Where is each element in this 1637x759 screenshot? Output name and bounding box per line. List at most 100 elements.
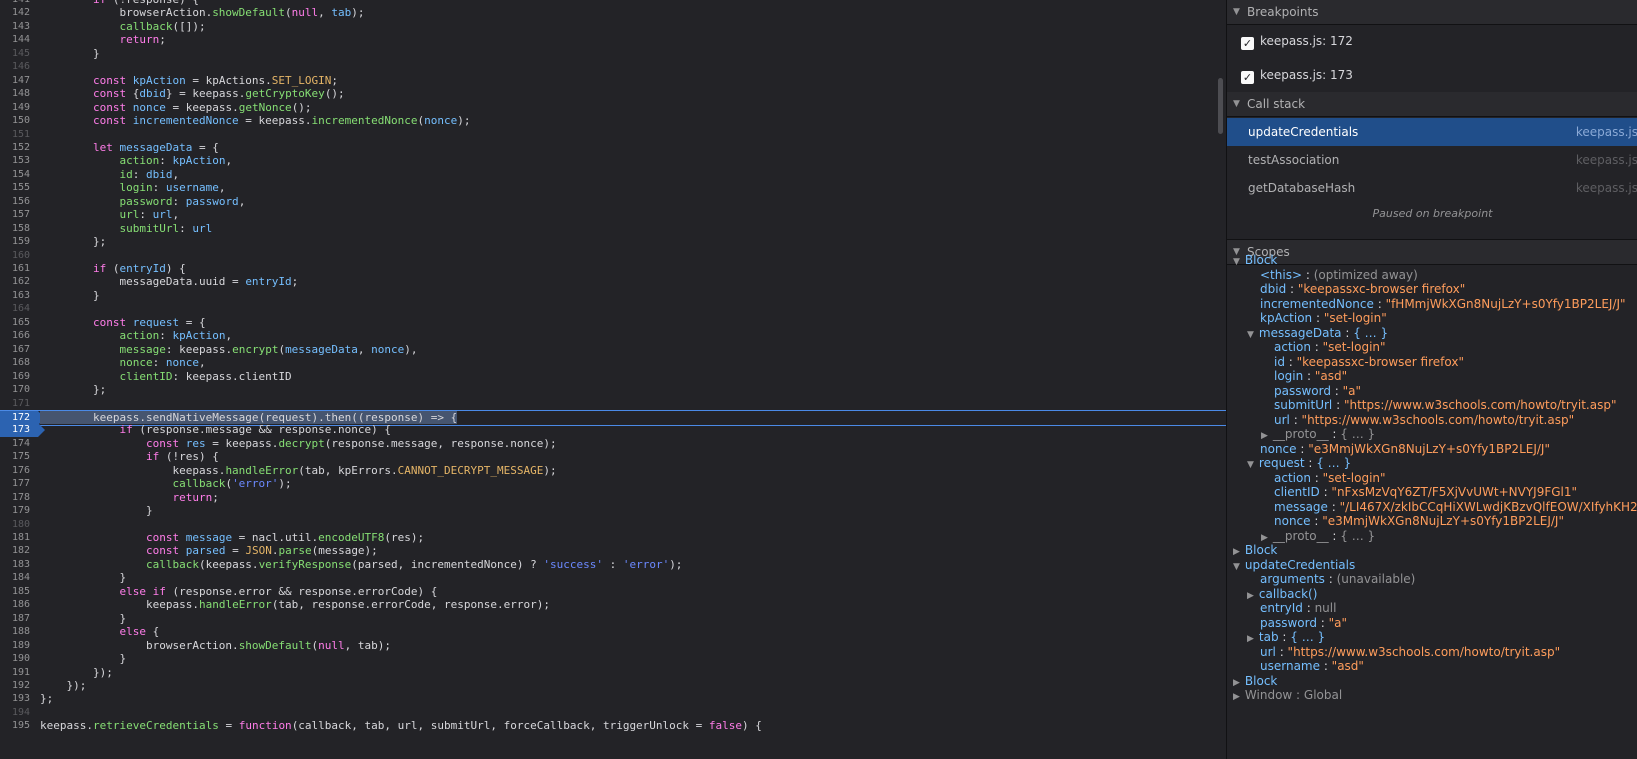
callstack-header[interactable]: ▼ Call stack: [1227, 92, 1637, 117]
line-number[interactable]: 171: [0, 397, 30, 411]
line-number[interactable]: 151: [0, 128, 30, 142]
scope-entry[interactable]: ▼ request : { … }: [1247, 456, 1351, 471]
line-number[interactable]: 165: [0, 316, 30, 330]
callstack-frame[interactable]: getDatabaseHash keepass.js: [1227, 174, 1637, 202]
breakpoint-item[interactable]: ✓ keepass.js: 172: [1241, 30, 1353, 52]
line-number[interactable]: 175: [0, 450, 30, 464]
line-number[interactable]: 193: [0, 692, 30, 706]
scope-key: __proto__: [1272, 528, 1329, 543]
line-number[interactable]: 192: [0, 679, 30, 693]
line-number[interactable]: 143: [0, 20, 30, 34]
line-number[interactable]: 170: [0, 383, 30, 397]
checkbox-icon[interactable]: ✓: [1241, 37, 1254, 50]
code-line: 160: [0, 249, 1226, 263]
code-token: ),: [404, 342, 418, 356]
scope-key: __proto__: [1272, 427, 1329, 441]
scope-entry[interactable]: ▼ Block: [1233, 253, 1277, 268]
line-number[interactable]: 182: [0, 544, 30, 558]
scope-entry[interactable]: ▶ Window : Global: [1233, 688, 1342, 703]
line-number[interactable]: 166: [0, 329, 30, 343]
scopes-header[interactable]: ▼ Scopes: [1227, 239, 1637, 265]
line-number[interactable]: 168: [0, 356, 30, 370]
code-line: 183 callback(keepass.verifyResponse(pars…: [0, 558, 1226, 572]
chevron-down-icon[interactable]: ▼: [1233, 562, 1240, 572]
line-number[interactable]: 163: [0, 289, 30, 303]
line-number[interactable]: 148: [0, 87, 30, 101]
line-number[interactable]: 150: [0, 114, 30, 128]
checkbox-icon[interactable]: ✓: [1241, 71, 1254, 84]
line-number[interactable]: 154: [0, 168, 30, 182]
line-number[interactable]: 191: [0, 666, 30, 680]
line-number[interactable]: 176: [0, 464, 30, 478]
line-number[interactable]: 169: [0, 370, 30, 384]
chevron-down-icon[interactable]: ▼: [1233, 257, 1240, 267]
line-number[interactable]: 142: [0, 6, 30, 20]
line-number[interactable]: 158: [0, 222, 30, 236]
line-number[interactable]: 146: [0, 60, 30, 74]
scope-key: Block: [1244, 543, 1278, 557]
line-number[interactable]: 161: [0, 262, 30, 276]
line-number[interactable]: 178: [0, 491, 30, 505]
code-text: browserAction.showDefault(null, tab);: [40, 639, 391, 653]
chevron-right-icon[interactable]: ▶: [1247, 591, 1254, 601]
line-number[interactable]: 181: [0, 531, 30, 545]
line-number[interactable]: 156: [0, 195, 30, 209]
chevron-right-icon[interactable]: ▶: [1261, 533, 1268, 543]
scope-entry[interactable]: ▶ __proto__ : { … }: [1261, 427, 1375, 442]
scope-entry[interactable]: ▶ __proto__ : { … }: [1261, 529, 1375, 544]
editor-scrollbar[interactable]: [1218, 78, 1223, 134]
line-number[interactable]: 177: [0, 477, 30, 491]
line-number[interactable]: 149: [0, 101, 30, 115]
line-number[interactable]: 194: [0, 706, 30, 720]
scope-entry[interactable]: ▶ tab : { … }: [1247, 630, 1325, 645]
code-token: }: [40, 46, 100, 60]
line-number[interactable]: 152: [0, 141, 30, 155]
line-number[interactable]: 195: [0, 719, 30, 733]
line-number[interactable]: 183: [0, 558, 30, 572]
line-number[interactable]: 190: [0, 652, 30, 666]
line-number[interactable]: 144: [0, 33, 30, 47]
line-number[interactable]: 160: [0, 249, 30, 263]
breakpoint-item[interactable]: ✓ keepass.js: 173: [1241, 64, 1353, 86]
scope-entry[interactable]: ▶ Block: [1233, 674, 1277, 689]
line-number[interactable]: 180: [0, 518, 30, 532]
scope-entry[interactable]: ▶ Block: [1233, 543, 1277, 558]
scope-key: callback(): [1258, 586, 1318, 601]
scope-entry[interactable]: ▶ callback(): [1247, 587, 1317, 602]
callstack-frame[interactable]: testAssociation keepass.js: [1227, 146, 1637, 174]
line-number[interactable]: 164: [0, 302, 30, 316]
line-number[interactable]: 186: [0, 598, 30, 612]
line-number[interactable]: 187: [0, 612, 30, 626]
line-number[interactable]: 189: [0, 639, 30, 653]
chevron-right-icon[interactable]: ▶: [1247, 634, 1254, 644]
source-editor[interactable]: 141 if (!response) {142 browserAction.sh…: [0, 0, 1226, 759]
line-number[interactable]: 153: [0, 154, 30, 168]
line-number[interactable]: 159: [0, 235, 30, 249]
line-number[interactable]: 155: [0, 181, 30, 195]
line-number[interactable]: 185: [0, 585, 30, 599]
code-token: (!response) {: [113, 0, 199, 6]
chevron-down-icon[interactable]: ▼: [1247, 330, 1254, 340]
scope-entry[interactable]: ▼ messageData : { … }: [1247, 326, 1388, 341]
code-text: password: password,: [40, 195, 245, 209]
scope-key: kpAction: [1260, 311, 1313, 325]
line-number[interactable]: 157: [0, 208, 30, 222]
chevron-down-icon[interactable]: ▼: [1247, 460, 1254, 470]
chevron-right-icon[interactable]: ▶: [1233, 692, 1240, 702]
line-number[interactable]: 147: [0, 74, 30, 88]
line-number[interactable]: 145: [0, 47, 30, 61]
callstack-frame[interactable]: updateCredentials keepass.js: [1227, 118, 1637, 146]
line-number[interactable]: 188: [0, 625, 30, 639]
line-number[interactable]: 162: [0, 275, 30, 289]
scope-entry[interactable]: ▼ updateCredentials: [1233, 558, 1355, 573]
line-number[interactable]: 167: [0, 343, 30, 357]
chevron-right-icon[interactable]: ▶: [1233, 678, 1240, 688]
line-number[interactable]: 174: [0, 437, 30, 451]
chevron-right-icon[interactable]: ▶: [1233, 547, 1240, 557]
chevron-right-icon[interactable]: ▶: [1261, 431, 1268, 441]
line-number[interactable]: 173: [0, 423, 30, 437]
line-number[interactable]: 184: [0, 571, 30, 585]
code-text: }: [40, 289, 100, 303]
line-number[interactable]: 179: [0, 504, 30, 518]
breakpoints-header[interactable]: ▼ Breakpoints: [1227, 0, 1637, 25]
